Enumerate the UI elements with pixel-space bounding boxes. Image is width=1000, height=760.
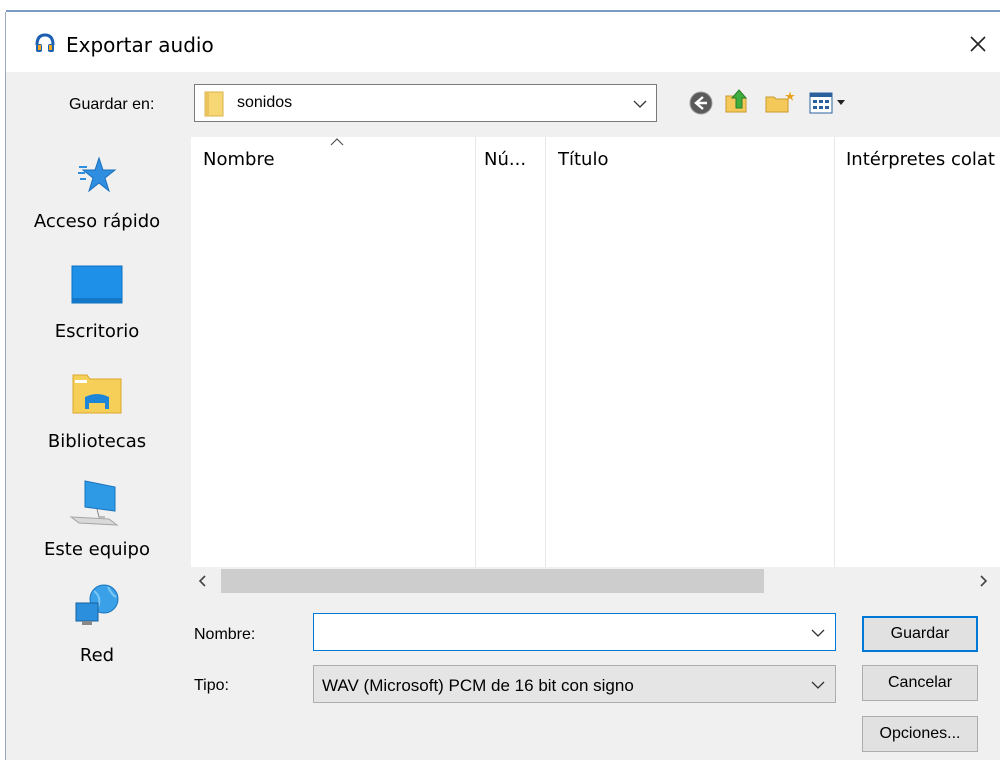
file-type-label: Tipo:: [194, 677, 229, 694]
place-label-this-pc: Este equipo: [44, 539, 150, 560]
place-this-pc[interactable]: Este equipo: [24, 479, 170, 579]
place-network[interactable]: Red: [24, 583, 170, 683]
view-menu-icon[interactable]: [808, 90, 852, 116]
scrollbar-thumb[interactable]: [221, 569, 764, 593]
column-divider[interactable]: [545, 137, 546, 567]
sort-ascending-icon: [330, 138, 344, 146]
network-icon: [75, 584, 119, 625]
chevron-down-icon[interactable]: [810, 625, 826, 641]
column-header-name[interactable]: Nombre: [203, 149, 275, 170]
place-desktop[interactable]: Escritorio: [24, 265, 170, 365]
scroll-left-icon[interactable]: [195, 573, 211, 589]
place-quick-access[interactable]: Acceso rápido: [24, 155, 170, 255]
column-header-number[interactable]: Nú...: [484, 149, 526, 170]
place-label-desktop: Escritorio: [54, 321, 140, 342]
star-icon: [78, 156, 117, 193]
place-label-libraries: Bibliotecas: [47, 431, 147, 452]
close-button[interactable]: [956, 24, 1000, 64]
column-divider[interactable]: [834, 137, 835, 567]
back-icon[interactable]: [688, 90, 714, 116]
save-in-value: sonidos: [237, 94, 293, 111]
close-icon: [970, 36, 986, 52]
options-button[interactable]: Opciones...: [862, 716, 978, 752]
scroll-right-icon[interactable]: [975, 573, 991, 589]
file-name-input[interactable]: [313, 613, 836, 651]
place-label-quick-access: Acceso rápido: [33, 211, 161, 232]
column-header-title[interactable]: Título: [558, 149, 608, 170]
cancel-button[interactable]: Cancelar: [862, 665, 978, 701]
file-list[interactable]: Nombre Nú... Título Intérpretes colat: [191, 137, 1000, 595]
chevron-down-icon[interactable]: [810, 677, 826, 693]
column-header-contributing-artists[interactable]: Intérpretes colat: [846, 149, 995, 170]
computer-icon: [69, 480, 119, 526]
places-bar: Acceso rápido Escritorio Bibliotecas Est…: [24, 137, 170, 749]
column-divider[interactable]: [475, 137, 476, 567]
up-folder-icon[interactable]: [722, 86, 752, 116]
file-name-label: Nombre:: [194, 626, 256, 643]
chevron-down-icon[interactable]: [632, 96, 648, 112]
libraries-icon: [72, 374, 122, 414]
file-type-value: WAV (Microsoft) PCM de 16 bit con signo: [322, 676, 634, 695]
horizontal-scrollbar[interactable]: [191, 567, 1000, 595]
desktop-icon: [71, 265, 123, 304]
headphones-icon: [35, 33, 55, 52]
new-folder-icon[interactable]: [764, 88, 796, 116]
save-button[interactable]: Guardar: [862, 616, 978, 652]
folder-icon: [204, 91, 224, 117]
place-label-network: Red: [79, 645, 115, 666]
place-libraries[interactable]: Bibliotecas: [24, 373, 170, 473]
save-in-label: Guardar en:: [69, 96, 155, 113]
window-title: Exportar audio: [66, 33, 214, 57]
